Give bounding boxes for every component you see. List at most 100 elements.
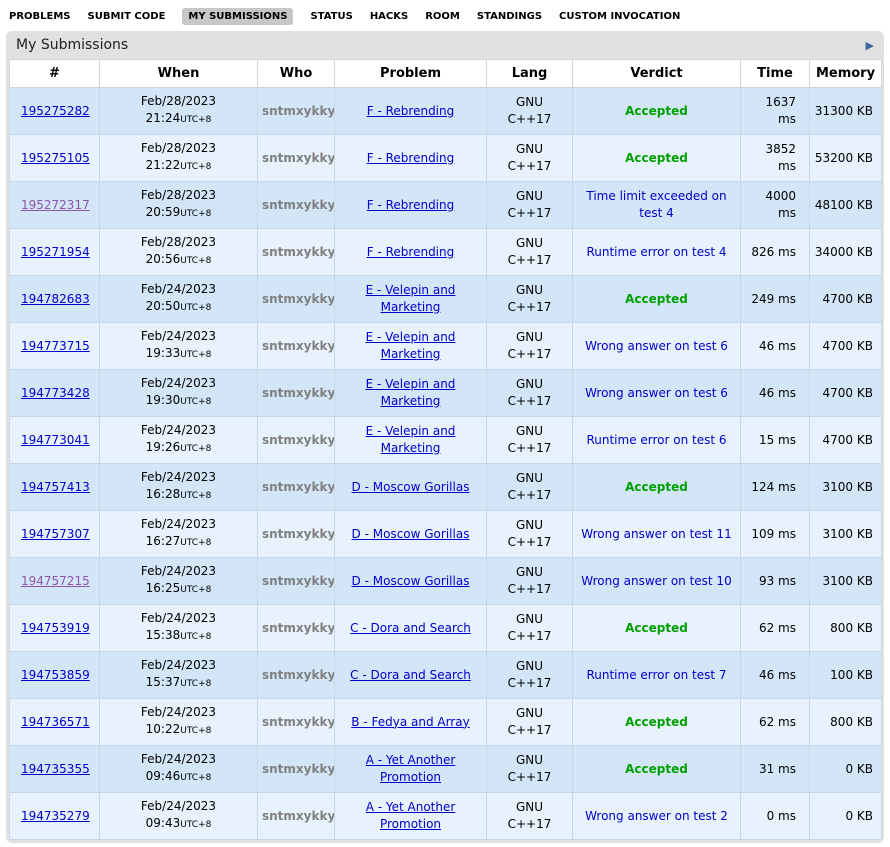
submission-date: Feb/24/2023 <box>104 469 253 486</box>
submission-verdict-cell: Wrong answer on test 6 <box>573 323 741 370</box>
submission-timezone: UTC+8 <box>180 397 211 407</box>
nav-item-submit-code[interactable]: SUBMIT CODE <box>88 11 166 22</box>
submission-exec-time-cell: 109 ms <box>741 511 810 558</box>
problem-link[interactable]: F - Rebrending <box>367 198 455 212</box>
submission-id-link[interactable]: 194773041 <box>21 433 90 447</box>
user-link[interactable]: sntmxykky <box>262 527 335 541</box>
submission-id-link[interactable]: 194782683 <box>21 292 90 306</box>
user-link[interactable]: sntmxykky <box>262 198 335 212</box>
column-header-when: When <box>100 60 258 88</box>
submission-date: Feb/24/2023 <box>104 751 253 768</box>
submission-date: Feb/28/2023 <box>104 140 253 157</box>
problem-link[interactable]: C - Dora and Search <box>350 621 471 635</box>
problem-link[interactable]: C - Dora and Search <box>350 668 471 682</box>
submission-timezone: UTC+8 <box>180 820 211 830</box>
expand-arrow-icon[interactable]: ▶ <box>866 39 876 52</box>
submission-timezone: UTC+8 <box>180 679 211 689</box>
nav-item-status[interactable]: STATUS <box>310 11 352 22</box>
submission-id-link[interactable]: 194757413 <box>21 480 90 494</box>
problem-link[interactable]: E - Velepin and Marketing <box>366 330 456 361</box>
problem-link[interactable]: F - Rebrending <box>367 104 455 118</box>
submission-author-cell: sntmxykky <box>258 88 335 135</box>
submission-id-link[interactable]: 194753859 <box>21 668 90 682</box>
problem-link[interactable]: D - Moscow Gorillas <box>352 574 470 588</box>
user-link[interactable]: sntmxykky <box>262 715 335 729</box>
nav-item-hacks[interactable]: HACKS <box>370 11 408 22</box>
submission-author-cell: sntmxykky <box>258 323 335 370</box>
submission-problem-cell: F - Rebrending <box>335 229 487 276</box>
nav-item-problems[interactable]: PROBLEMS <box>9 11 71 22</box>
submission-id-link[interactable]: 194773428 <box>21 386 90 400</box>
nav-item-standings[interactable]: STANDINGS <box>477 11 542 22</box>
lang-text: GNU C++17 <box>503 376 557 410</box>
lang-text: GNU C++17 <box>503 141 557 175</box>
submission-timezone: UTC+8 <box>180 115 211 125</box>
submission-id-cell: 194757413 <box>10 464 100 511</box>
user-link[interactable]: sntmxykky <box>262 339 335 353</box>
verdict-text: Accepted <box>625 104 688 118</box>
submission-clock-time: 19:30 <box>146 393 181 407</box>
table-row: 194736571 Feb/24/2023 10:22UTC+8 sntmxyk… <box>10 699 882 746</box>
table-row: 194773715 Feb/24/2023 19:33UTC+8 sntmxyk… <box>10 323 882 370</box>
submission-lang-cell: GNU C++17 <box>487 417 573 464</box>
submission-problem-cell: F - Rebrending <box>335 135 487 182</box>
problem-link[interactable]: F - Rebrending <box>367 151 455 165</box>
user-link[interactable]: sntmxykky <box>262 386 335 400</box>
user-link[interactable]: sntmxykky <box>262 151 335 165</box>
user-link[interactable]: sntmxykky <box>262 762 335 776</box>
user-link[interactable]: sntmxykky <box>262 104 335 118</box>
problem-link[interactable]: E - Velepin and Marketing <box>366 283 456 314</box>
submission-id-link[interactable]: 195275282 <box>21 104 90 118</box>
submission-clock-time: 15:37 <box>146 675 181 689</box>
user-link[interactable]: sntmxykky <box>262 433 335 447</box>
verdict-text: Accepted <box>625 621 688 635</box>
submission-exec-time-cell: 62 ms <box>741 699 810 746</box>
submission-when-cell: Feb/24/2023 10:22UTC+8 <box>100 699 258 746</box>
submission-id-link[interactable]: 194753919 <box>21 621 90 635</box>
user-link[interactable]: sntmxykky <box>262 292 335 306</box>
submission-problem-cell: C - Dora and Search <box>335 652 487 699</box>
user-link[interactable]: sntmxykky <box>262 668 335 682</box>
user-link[interactable]: sntmxykky <box>262 809 335 823</box>
verdict-text: Runtime error on test 7 <box>586 668 726 682</box>
lang-text: GNU C++17 <box>503 235 557 269</box>
problem-link[interactable]: E - Velepin and Marketing <box>366 377 456 408</box>
submission-id-link[interactable]: 195275105 <box>21 151 90 165</box>
lang-text: GNU C++17 <box>503 329 557 363</box>
user-link[interactable]: sntmxykky <box>262 245 335 259</box>
submission-id-cell: 194773428 <box>10 370 100 417</box>
submission-id-link[interactable]: 194757307 <box>21 527 90 541</box>
submission-problem-cell: D - Moscow Gorillas <box>335 558 487 605</box>
nav-item-my-submissions[interactable]: MY SUBMISSIONS <box>182 8 293 25</box>
verdict-text: Accepted <box>625 762 688 776</box>
submission-problem-cell: F - Rebrending <box>335 182 487 229</box>
submission-id-link[interactable]: 194773715 <box>21 339 90 353</box>
submission-id-link[interactable]: 194757215 <box>21 574 90 588</box>
submission-id-link[interactable]: 194736571 <box>21 715 90 729</box>
problem-link[interactable]: E - Velepin and Marketing <box>366 424 456 455</box>
problem-link[interactable]: A - Yet Another Promotion <box>366 753 456 784</box>
submission-exec-time-cell: 1637 ms <box>741 88 810 135</box>
submission-when-cell: Feb/24/2023 19:30UTC+8 <box>100 370 258 417</box>
submission-date: Feb/24/2023 <box>104 281 253 298</box>
submission-id-link[interactable]: 194735279 <box>21 809 90 823</box>
submission-when-cell: Feb/28/2023 20:59UTC+8 <box>100 182 258 229</box>
problem-link[interactable]: B - Fedya and Array <box>351 715 469 729</box>
column-header-who: Who <box>258 60 335 88</box>
nav-item-room[interactable]: ROOM <box>425 11 460 22</box>
problem-link[interactable]: D - Moscow Gorillas <box>352 527 470 541</box>
user-link[interactable]: sntmxykky <box>262 621 335 635</box>
submission-author-cell: sntmxykky <box>258 746 335 793</box>
problem-link[interactable]: F - Rebrending <box>367 245 455 259</box>
top-nav: PROBLEMS SUBMIT CODE MY SUBMISSIONS STATUS H… <box>0 0 890 30</box>
submission-id-link[interactable]: 194735355 <box>21 762 90 776</box>
problem-link[interactable]: D - Moscow Gorillas <box>352 480 470 494</box>
submission-id-link[interactable]: 195272317 <box>21 198 90 212</box>
nav-item-custom-invocation[interactable]: CUSTOM INVOCATION <box>559 11 680 22</box>
submission-timezone: UTC+8 <box>180 538 211 548</box>
problem-link[interactable]: A - Yet Another Promotion <box>366 800 456 831</box>
submission-clock-time: 09:43 <box>146 816 181 830</box>
user-link[interactable]: sntmxykky <box>262 574 335 588</box>
submission-id-link[interactable]: 195271954 <box>21 245 90 259</box>
user-link[interactable]: sntmxykky <box>262 480 335 494</box>
